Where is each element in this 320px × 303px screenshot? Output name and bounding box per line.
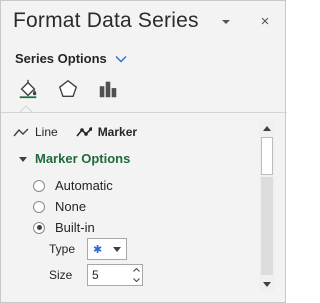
size-label: Size	[49, 268, 73, 282]
effects-pentagon-icon[interactable]	[55, 77, 81, 101]
tab-line-label: Line	[35, 125, 58, 139]
radio-button-built-in[interactable]	[33, 221, 45, 234]
marker-options-heading: Marker Options	[35, 151, 131, 166]
chevron-down-icon	[113, 246, 121, 252]
collapse-triangle-icon	[19, 156, 27, 162]
marker-options-section-header[interactable]: Marker Options	[19, 151, 130, 166]
stepper-up-icon[interactable]	[132, 268, 140, 272]
chevron-down-icon	[115, 55, 127, 62]
stepper-down-icon[interactable]	[132, 278, 140, 282]
pane-title: Format Data Series	[13, 9, 199, 32]
pane-content: Line Marker Marker Options Automatic Non…	[1, 113, 259, 301]
stepper-arrows	[130, 265, 142, 285]
series-options-dropdown[interactable]: Series Options	[15, 51, 127, 66]
vertical-scrollbar[interactable]	[259, 121, 275, 291]
radio-built-in-label: Built-in	[55, 220, 95, 235]
radio-button-none[interactable]	[33, 200, 45, 213]
scroll-up-arrow-icon[interactable]	[259, 121, 275, 135]
tab-marker-label: Marker	[97, 125, 138, 139]
marker-type-dropdown[interactable]: ✱	[87, 238, 127, 260]
radio-built-in[interactable]: Built-in	[33, 220, 95, 235]
radio-none-label: None	[55, 199, 87, 214]
radio-automatic-label: Automatic	[55, 178, 113, 193]
fill-line-icon[interactable]	[15, 77, 41, 101]
tab-line[interactable]: Line	[13, 125, 58, 139]
pin-dropdown-icon[interactable]	[219, 15, 233, 29]
scroll-thumb[interactable]	[261, 137, 273, 175]
radio-none[interactable]: None	[33, 199, 86, 214]
line-icon	[13, 128, 29, 137]
tab-marker[interactable]: Marker	[76, 125, 137, 139]
type-label: Type	[49, 242, 76, 256]
marker-size-row: Size 5	[49, 264, 143, 286]
close-icon[interactable]: ×	[257, 14, 273, 30]
series-options-bars-icon[interactable]	[95, 77, 121, 101]
radio-button-automatic[interactable]	[33, 179, 45, 192]
scroll-down-arrow-icon[interactable]	[259, 277, 275, 291]
marker-type-row: Type ✱	[49, 238, 127, 260]
series-options-label: Series Options	[15, 51, 107, 66]
asterisk-marker-icon: ✱	[93, 243, 103, 256]
radio-automatic[interactable]: Automatic	[33, 178, 113, 193]
size-value[interactable]: 5	[92, 268, 99, 282]
format-data-series-pane: Format Data Series × Series Options Line…	[0, 0, 287, 303]
scroll-track[interactable]	[261, 177, 273, 275]
format-tabs	[15, 77, 121, 101]
marker-size-stepper[interactable]: 5	[87, 264, 143, 286]
line-marker-subtabs: Line Marker	[13, 125, 137, 139]
marker-line-icon	[76, 127, 92, 137]
